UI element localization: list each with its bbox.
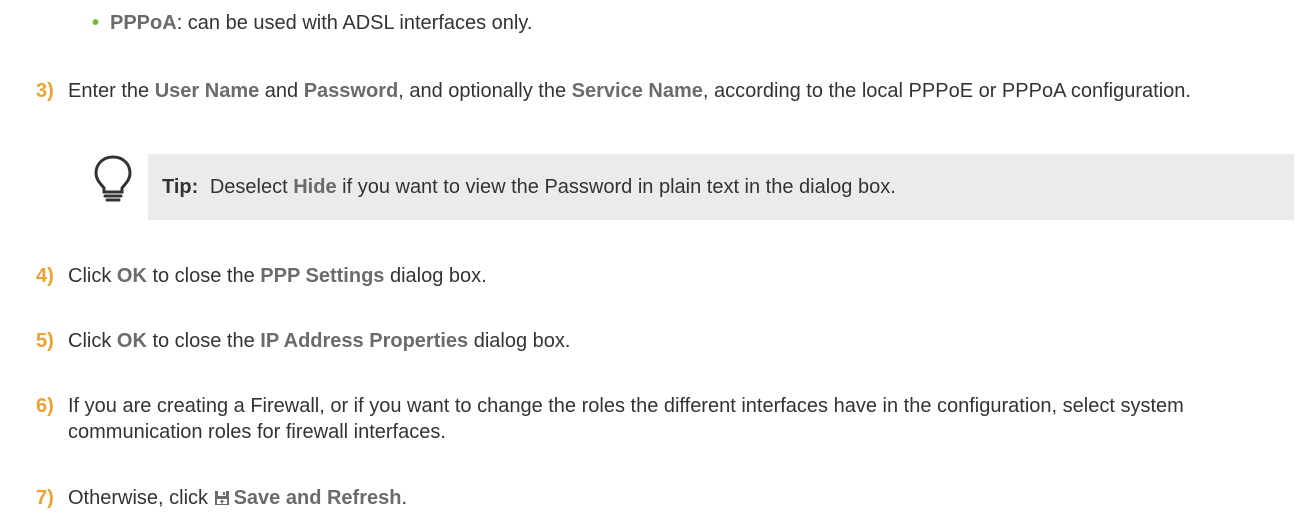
bullet-text: : can be used with ADSL interfaces only. (176, 12, 533, 34)
text-fragment: dialog box. (468, 330, 571, 352)
text-fragment: . (401, 487, 408, 509)
text-fragment: to close the (146, 330, 261, 352)
text-fragment: , according to the local PPPoE or PPPoA … (702, 80, 1191, 102)
step-text: Click OK to close the PPP Settings dialo… (68, 263, 1316, 289)
bullet-dot: • (92, 12, 100, 34)
text-fragment: Click (68, 265, 117, 287)
term-service-name: Service Name (571, 80, 703, 102)
term-password: Password (303, 80, 399, 102)
text-fragment: to close the (146, 265, 261, 287)
term-ip-address-properties: IP Address Properties (260, 330, 469, 352)
step-6: 6) If you are creating a Firewall, or if… (36, 393, 1278, 445)
text-fragment: if you want to view the Password in plai… (336, 176, 896, 198)
text-fragment: , and optionally the (398, 80, 572, 102)
text-fragment: Deselect (209, 176, 294, 198)
step-number: 4) (36, 265, 54, 287)
step-7: 7) Otherwise, click Save and Refresh. (36, 485, 1316, 511)
tip-text: Tip: Deselect Hide if you want to view t… (162, 174, 896, 200)
step-number: 6) (36, 395, 54, 417)
lightbulb-icon (94, 155, 132, 202)
step-number: 5) (36, 330, 54, 352)
step-text: If you are creating a Firewall, or if yo… (68, 395, 1184, 443)
term-ppp-settings: PPP Settings (260, 265, 385, 287)
save-and-refresh-link: Save and Refresh (214, 487, 402, 509)
text-fragment: dialog box. (384, 265, 487, 287)
step-text: Click OK to close the IP Address Propert… (68, 328, 1316, 354)
step-number: 7) (36, 487, 54, 509)
bullet-term: PPPoA (110, 12, 177, 34)
term-save-and-refresh: Save and Refresh (233, 487, 402, 509)
text-fragment: Click (68, 330, 117, 352)
term-ok: OK (116, 330, 147, 352)
text-fragment: Enter the (68, 80, 155, 102)
term-user-name: User Name (154, 80, 260, 102)
tip-label: Tip: (162, 176, 199, 198)
tip-box: Tip: Deselect Hide if you want to view t… (148, 154, 1294, 220)
bullet-item-pppoa: • PPPoA: can be used with ADSL interfaces… (92, 10, 532, 36)
term-hide: Hide (293, 176, 337, 198)
step-3: 3) Enter the User Name and Password, and… (36, 78, 1316, 104)
step-5: 5) Click OK to close the IP Address Prop… (36, 328, 1316, 354)
step-text: Enter the User Name and Password, and op… (68, 78, 1316, 104)
step-text: Otherwise, click Save and Refresh. (68, 485, 1316, 511)
step-4: 4) Click OK to close the PPP Settings di… (36, 263, 1316, 289)
step-number: 3) (36, 80, 54, 102)
text-fragment: and (259, 80, 304, 102)
text-fragment: Otherwise, click (68, 487, 214, 509)
term-ok: OK (116, 265, 147, 287)
save-icon (214, 491, 229, 505)
